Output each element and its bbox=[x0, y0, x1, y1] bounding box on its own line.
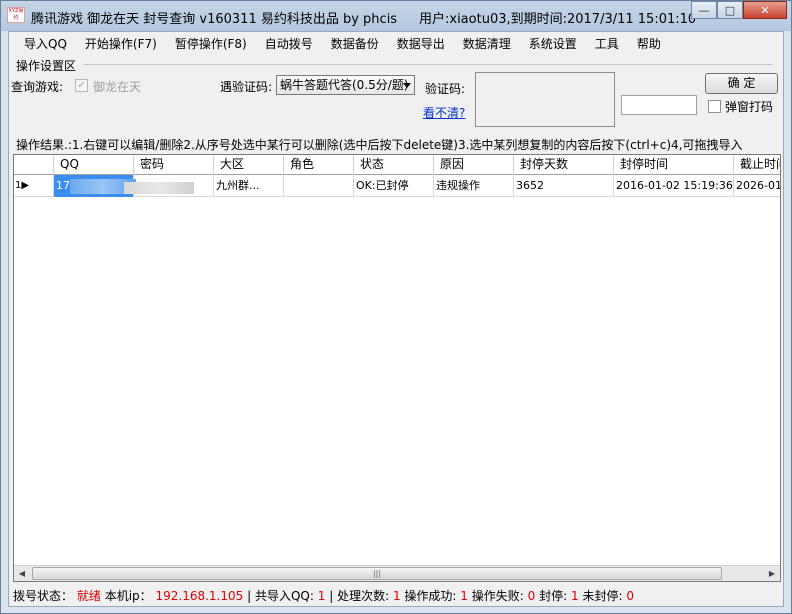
menu-cleanup[interactable]: 数据清理 bbox=[454, 33, 520, 55]
horizontal-scrollbar[interactable]: ◀ ||| ▶ bbox=[14, 565, 780, 581]
app-window: XYZ易约 腾讯游戏 御龙在天 封号查询 v160311 易约科技出品 by p… bbox=[0, 0, 792, 614]
cell-ban-time[interactable]: 2016-01-02 15:19:36 bbox=[614, 175, 734, 197]
fail-value: 0 bbox=[527, 589, 536, 603]
grid-header: QQ 密码 大区 角色 状态 原因 封停天数 封停时间 截止时间 bbox=[14, 155, 780, 175]
total-qq-value: 1 bbox=[317, 589, 326, 603]
popup-label: 弹窗打码 bbox=[725, 100, 774, 114]
column-header-ban-time[interactable]: 封停时间 bbox=[614, 155, 734, 175]
ip-value: 192.168.1.105 bbox=[155, 589, 244, 603]
dial-status-value: 就绪 bbox=[76, 589, 101, 603]
menu-help[interactable]: 帮助 bbox=[628, 33, 670, 55]
game-checkbox[interactable]: ✓ bbox=[75, 79, 88, 92]
column-header-end-time[interactable]: 截止时间 bbox=[734, 155, 780, 175]
processed-value: 1 bbox=[392, 589, 401, 603]
cell-end-time[interactable]: 2026-01- bbox=[734, 175, 780, 197]
total-qq-label: 共导入QQ: bbox=[254, 589, 314, 603]
banned-value: 1 bbox=[570, 589, 579, 603]
captcha-input[interactable] bbox=[621, 95, 697, 115]
row-pointer-icon: ▶ bbox=[21, 180, 30, 191]
group-divider bbox=[83, 64, 773, 65]
close-icon[interactable]: ✕ bbox=[743, 1, 787, 19]
column-header-qq[interactable]: QQ bbox=[54, 155, 134, 175]
confirm-button[interactable]: 确 定 bbox=[705, 73, 778, 94]
menu-pause[interactable]: 暂停操作(F8) bbox=[166, 33, 256, 55]
client-area: 导入QQ 开始操作(F7) 暂停操作(F8) 自动拨号 数据备份 数据导出 数据… bbox=[8, 31, 784, 607]
scroll-left-icon[interactable]: ◀ bbox=[14, 566, 30, 581]
column-header-region[interactable]: 大区 bbox=[214, 155, 284, 175]
refresh-captcha-link[interactable]: 看不清? bbox=[423, 104, 465, 121]
maximize-icon[interactable]: □ bbox=[717, 1, 743, 19]
menu-auto-dial[interactable]: 自动拨号 bbox=[256, 33, 322, 55]
operation-hint: 操作结果.:1.右键可以编辑/删除2.从序号处选中某行可以删除(选中后按下del… bbox=[16, 138, 743, 152]
row-header-corner bbox=[14, 155, 54, 175]
status-separator: | bbox=[247, 589, 252, 603]
status-bar: 拨号状态： 就绪 本机ip： 192.168.1.105 | 共导入QQ: 1 … bbox=[9, 586, 783, 606]
unbanned-label: 未封停: bbox=[582, 589, 623, 603]
menu-export[interactable]: 数据导出 bbox=[388, 33, 454, 55]
scroll-thumb[interactable]: ||| bbox=[32, 567, 722, 580]
captcha-label: 验证码: bbox=[425, 82, 466, 96]
chevron-down-icon bbox=[403, 83, 411, 88]
menu-bar: 导入QQ 开始操作(F7) 暂停操作(F8) 自动拨号 数据备份 数据导出 数据… bbox=[9, 32, 783, 56]
title-bar[interactable]: XYZ易约 腾讯游戏 御龙在天 封号查询 v160311 易约科技出品 by p… bbox=[1, 1, 791, 31]
fail-label: 操作失败: bbox=[471, 589, 524, 603]
dial-status-label: 拨号状态： bbox=[13, 589, 74, 603]
captcha-mode-label: 遇验证码: bbox=[220, 80, 273, 94]
redacted-password bbox=[124, 182, 194, 194]
banned-label: 封停: bbox=[539, 589, 568, 603]
game-value: 御龙在天 bbox=[93, 80, 142, 94]
success-value: 1 bbox=[460, 589, 468, 603]
status-separator: | bbox=[329, 589, 334, 603]
unbanned-value: 0 bbox=[626, 589, 634, 603]
menu-backup[interactable]: 数据备份 bbox=[322, 33, 388, 55]
menu-import-qq[interactable]: 导入QQ bbox=[15, 33, 76, 55]
success-label: 操作成功: bbox=[404, 589, 457, 603]
column-header-role[interactable]: 角色 bbox=[284, 155, 354, 175]
user-expiry-info: 用户:xiaotu03,到期时间:2017/3/11 15:01:10 bbox=[419, 12, 697, 27]
menu-settings[interactable]: 系统设置 bbox=[520, 33, 586, 55]
ip-label: 本机ip： bbox=[104, 589, 152, 603]
row-index[interactable]: 1▶ bbox=[14, 175, 54, 197]
column-header-days[interactable]: 封停天数 bbox=[514, 155, 614, 175]
menu-start[interactable]: 开始操作(F7) bbox=[76, 33, 166, 55]
column-header-password[interactable]: 密码 bbox=[134, 155, 214, 175]
captcha-image[interactable] bbox=[475, 72, 615, 127]
cell-status[interactable]: OK:已封停 bbox=[354, 175, 434, 197]
cell-region[interactable]: 九州群... bbox=[214, 175, 284, 197]
column-header-reason[interactable]: 原因 bbox=[434, 155, 514, 175]
column-header-status[interactable]: 状态 bbox=[354, 155, 434, 175]
popup-checkbox[interactable] bbox=[708, 100, 721, 113]
minimize-icon[interactable]: — bbox=[691, 1, 717, 19]
scroll-right-icon[interactable]: ▶ bbox=[764, 566, 780, 581]
window-controls: — □ ✕ bbox=[691, 1, 787, 19]
settings-group-label: 操作设置区 bbox=[16, 59, 77, 73]
processed-label: 处理次数: bbox=[337, 589, 390, 603]
captcha-mode-value: 蜗牛答题代答(0.5分/题) bbox=[280, 78, 409, 92]
captcha-mode-select[interactable]: 蜗牛答题代答(0.5分/题) bbox=[276, 75, 415, 95]
menu-tools[interactable]: 工具 bbox=[586, 33, 628, 55]
cell-reason[interactable]: 违规操作 bbox=[434, 175, 514, 197]
game-label: 查询游戏: bbox=[11, 80, 64, 94]
cell-days[interactable]: 3652 bbox=[514, 175, 614, 197]
cell-role[interactable] bbox=[284, 175, 354, 197]
window-title: 腾讯游戏 御龙在天 封号查询 v160311 易约科技出品 by phcis bbox=[31, 12, 398, 27]
result-grid[interactable]: QQ 密码 大区 角色 状态 原因 封停天数 封停时间 截止时间 1▶ 17 九… bbox=[13, 154, 781, 582]
app-logo-icon: XYZ易约 bbox=[7, 7, 25, 23]
